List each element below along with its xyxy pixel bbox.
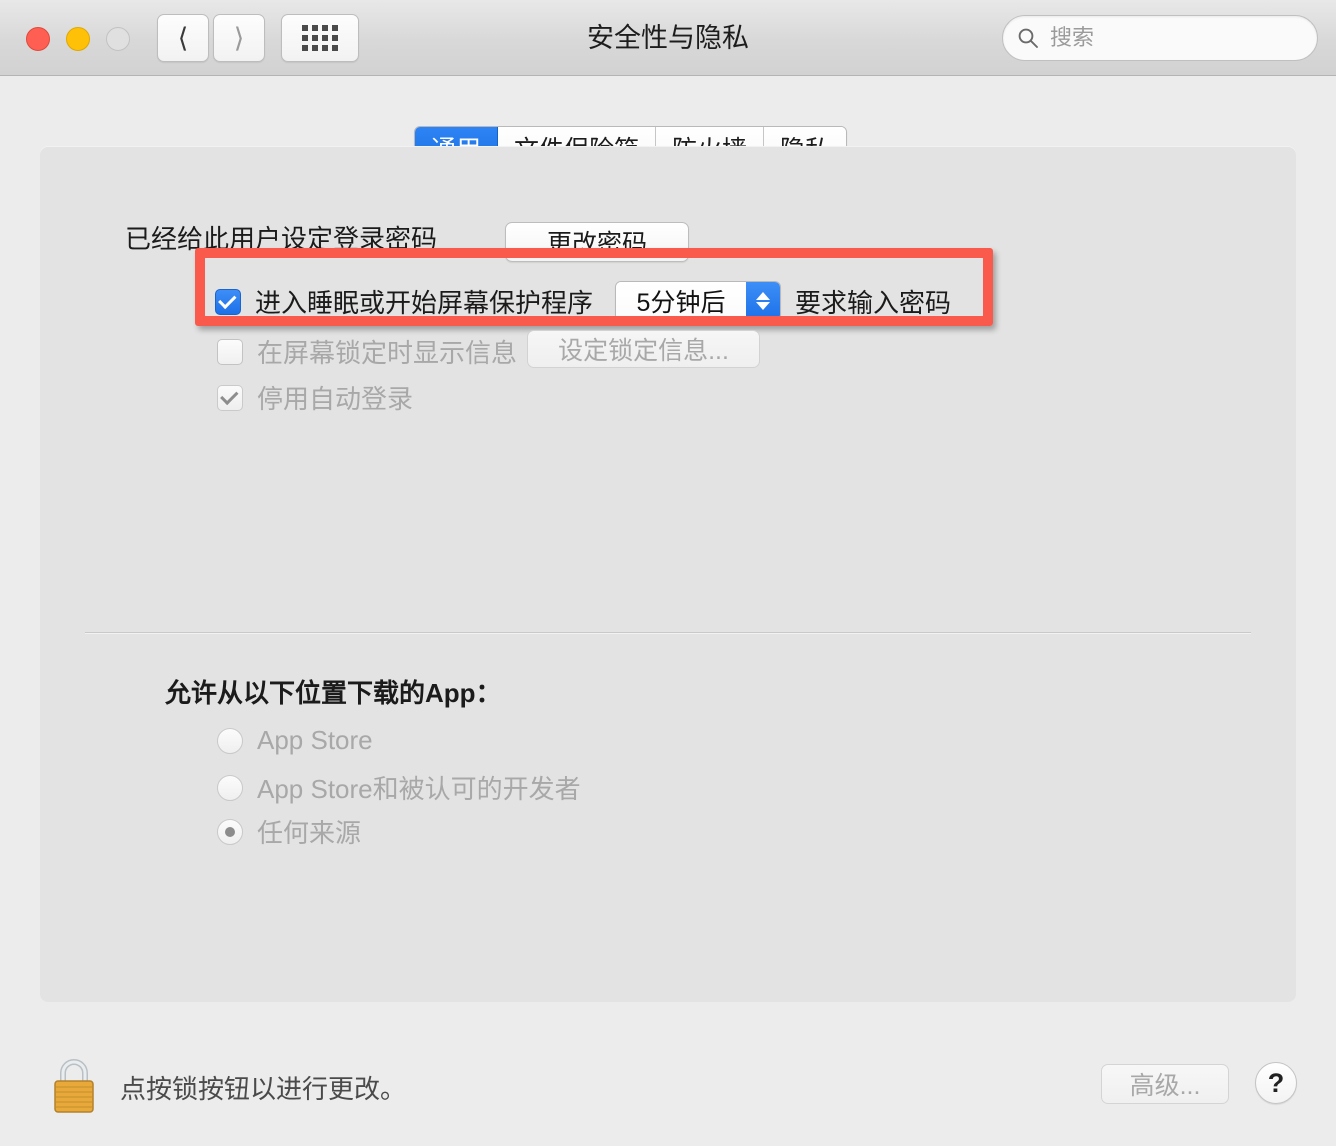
download-source-appstore-row: App Store [217, 725, 373, 756]
search-field[interactable] [1002, 15, 1318, 61]
download-source-appstore-label: App Store [257, 725, 373, 755]
lock-status-text: 点按锁按钮以进行更改。 [120, 1074, 407, 1104]
advanced-button: 高级... [1101, 1064, 1229, 1104]
system-preferences-window: ⟨ ⟩ 安全性与隐私 通用 文件保险箱 防火墙 隐私 已经给此用户设定登录密码 [0, 0, 1336, 1146]
change-password-button[interactable]: 更改密码 [505, 222, 689, 262]
require-password-suffix-label: 要求输入密码 [795, 288, 952, 318]
stepper-up-down-icon[interactable] [746, 282, 780, 320]
sleep-delay-value[interactable]: 5分钟后 [616, 282, 746, 320]
section-divider [85, 632, 1251, 633]
download-source-appstore-dev-row: App Store和被认可的开发者 [217, 769, 581, 806]
login-password-status-row: 已经给此用户设定登录密码 [125, 219, 437, 256]
window-titlebar: ⟨ ⟩ 安全性与隐私 [0, 0, 1336, 76]
disable-auto-login-row: 停用自动登录 [217, 379, 413, 416]
require-password-label: 进入睡眠或开始屏幕保护程序 [255, 288, 594, 318]
disable-auto-login-label: 停用自动登录 [257, 384, 414, 414]
download-source-anywhere-row: 任何来源 [217, 813, 361, 850]
show-lock-message-row: 在屏幕锁定时显示信息 [217, 333, 517, 370]
login-password-status-text: 已经给此用户设定登录密码 [125, 224, 438, 254]
search-input[interactable] [1048, 24, 1292, 52]
allowed-downloads-heading: 允许从以下位置下载的App： [165, 678, 502, 708]
download-source-anywhere-label: 任何来源 [257, 818, 362, 848]
search-icon [1018, 28, 1038, 48]
download-source-appstore-dev-radio [217, 774, 243, 801]
help-button[interactable]: ? [1255, 1062, 1297, 1104]
set-lock-message-button: 设定锁定信息... [527, 330, 760, 368]
show-lock-message-label: 在屏幕锁定时显示信息 [257, 338, 518, 368]
download-source-appstore-dev-label: App Store和被认可的开发者 [257, 774, 581, 804]
sleep-delay-stepper[interactable]: 5分钟后 [615, 281, 781, 321]
general-settings-panel [40, 146, 1296, 1002]
show-lock-message-checkbox [217, 338, 243, 365]
disable-auto-login-checkbox [217, 384, 243, 411]
download-source-anywhere-radio [217, 818, 243, 845]
require-password-row[interactable]: 进入睡眠或开始屏幕保护程序 [215, 283, 593, 320]
lock-closed-icon[interactable] [48, 1054, 100, 1116]
download-source-appstore-radio [217, 727, 243, 754]
require-password-checkbox[interactable] [215, 288, 241, 315]
